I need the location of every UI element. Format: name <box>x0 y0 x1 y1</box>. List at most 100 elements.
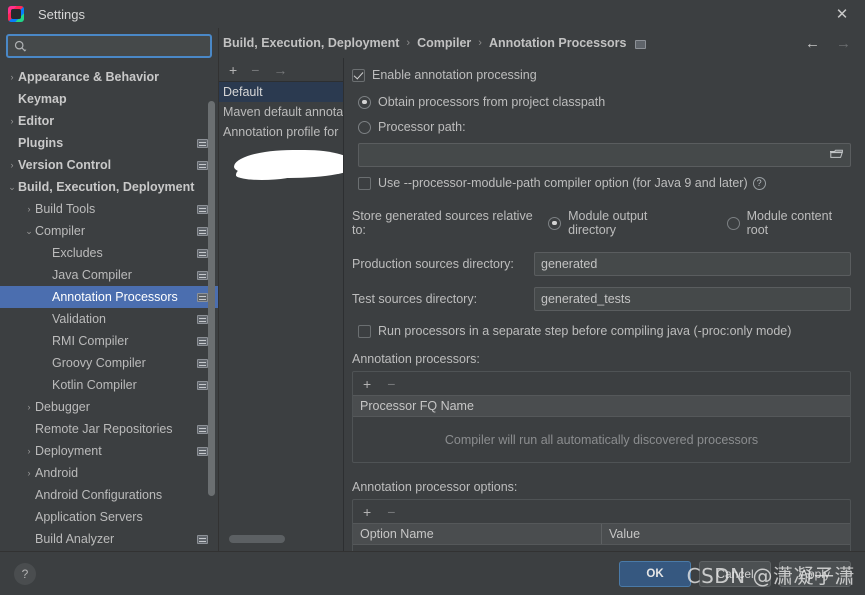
breadcrumb-item-0[interactable]: Build, Execution, Deployment <box>223 36 399 50</box>
sidebar-scrollbar-thumb[interactable] <box>208 101 215 496</box>
settings-tree[interactable]: › Appearance & Behavior Keymap › Editor Plugi… <box>0 63 218 551</box>
sidebar-item-java-compiler[interactable]: Java Compiler <box>0 264 218 286</box>
sidebar-item-rmi-compiler[interactable]: RMI Compiler <box>0 330 218 352</box>
processors-table-header: Processor FQ Name <box>353 395 850 417</box>
chevron-right-icon[interactable]: › <box>23 402 35 412</box>
sidebar-item-remote-jar-repositories[interactable]: Remote Jar Repositories <box>0 418 218 440</box>
chevron-right-icon[interactable]: › <box>6 116 18 126</box>
apply-button[interactable]: Apply <box>779 560 851 587</box>
sidebar-item-validation[interactable]: Validation <box>0 308 218 330</box>
sidebar-item-version-control[interactable]: › Version Control <box>0 154 218 176</box>
production-sources-input[interactable]: generated <box>534 252 851 276</box>
modified-settings-icon <box>197 138 208 148</box>
test-sources-input[interactable]: generated_tests <box>534 287 851 311</box>
sidebar-item-excludes[interactable]: Excludes <box>0 242 218 264</box>
sidebar-item-groovy-compiler[interactable]: Groovy Compiler <box>0 352 218 374</box>
sidebar-item-label: Annotation Processors <box>52 290 178 304</box>
sidebar-item-label: Validation <box>52 312 106 326</box>
processor-module-path-row[interactable]: Use --processor-module-path compiler opt… <box>352 176 851 190</box>
search-icon <box>14 40 27 53</box>
profile-list-item[interactable]: Annotation profile for <box>219 122 343 142</box>
test-sources-value: generated_tests <box>541 292 631 306</box>
remove-profile-button[interactable]: − <box>251 63 259 77</box>
separate-step-checkbox[interactable] <box>358 324 371 338</box>
cancel-button[interactable]: Cancel <box>699 560 771 587</box>
add-profile-button[interactable]: + <box>229 63 237 77</box>
chevron-right-icon[interactable]: › <box>23 204 35 214</box>
sidebar-item-label: Build Tools <box>35 202 96 216</box>
profile-list-horizontal-scrollbar[interactable] <box>229 535 285 543</box>
profile-list-item[interactable]: Maven default annota <box>219 102 343 122</box>
sidebar-item-label: Keymap <box>18 92 67 106</box>
sidebar-item-deployment[interactable]: › Deployment <box>0 440 218 462</box>
processor-path-label: Processor path: <box>378 120 466 134</box>
sidebar-item-build-execution-deployment[interactable]: ⌄ Build, Execution, Deployment <box>0 176 218 198</box>
annotation-processor-options-table: + − Option Name Value No processor-speci… <box>352 499 851 551</box>
test-sources-row: Test sources directory: generated_tests <box>352 287 851 311</box>
breadcrumb: Build, Execution, Deployment › Compiler … <box>219 28 865 58</box>
folder-icon[interactable] <box>830 149 843 160</box>
search-input[interactable] <box>31 39 204 53</box>
column-header-value[interactable]: Value <box>601 524 850 544</box>
sidebar-item-android-configurations[interactable]: Android Configurations <box>0 484 218 506</box>
annotation-processors-table: + − Processor FQ Name Compiler will run … <box>352 371 851 463</box>
sidebar-item-keymap[interactable]: Keymap <box>0 88 218 110</box>
breadcrumb-separator: › <box>406 37 411 49</box>
back-arrow-icon[interactable]: ← <box>805 36 820 51</box>
modified-settings-icon <box>635 39 647 49</box>
sidebar-item-label: Deployment <box>35 444 102 458</box>
sidebar-item-build-tools[interactable]: › Build Tools <box>0 198 218 220</box>
sidebar-item-plugins[interactable]: Plugins <box>0 132 218 154</box>
obtain-from-classpath-radio[interactable] <box>358 95 371 109</box>
sidebar-item-appearance-behavior[interactable]: › Appearance & Behavior <box>0 66 218 88</box>
obtain-from-classpath-row[interactable]: Obtain processors from project classpath <box>352 95 851 109</box>
search-box[interactable] <box>6 34 212 58</box>
profile-list[interactable]: Default Maven default annota Annotation pr… <box>219 82 343 551</box>
forward-arrow-icon[interactable]: → <box>836 36 851 51</box>
chevron-right-icon[interactable]: › <box>6 160 18 170</box>
help-icon[interactable]: ? <box>752 176 766 190</box>
add-option-button[interactable]: + <box>363 505 371 519</box>
sidebar-item-debugger[interactable]: › Debugger <box>0 396 218 418</box>
enable-annotation-processing-row[interactable]: Enable annotation processing <box>352 68 851 82</box>
breadcrumb-item-1[interactable]: Compiler <box>417 36 471 50</box>
column-header-processor-fq-name[interactable]: Processor FQ Name <box>353 396 850 416</box>
sidebar-item-build-analyzer[interactable]: Build Analyzer <box>0 528 218 550</box>
ok-button[interactable]: OK <box>619 560 691 587</box>
column-header-option-name[interactable]: Option Name <box>353 524 601 544</box>
processor-path-row[interactable]: Processor path: <box>352 120 851 134</box>
sidebar-item-annotation-processors[interactable]: Annotation Processors <box>0 286 218 308</box>
footer-buttons: OK Cancel Apply <box>619 560 851 587</box>
sidebar-item-compiler[interactable]: ⌄ Compiler <box>0 220 218 242</box>
sidebar-item-editor[interactable]: › Editor <box>0 110 218 132</box>
chevron-down-icon[interactable]: ⌄ <box>23 226 35 236</box>
chevron-right-icon[interactable]: › <box>23 446 35 456</box>
chevron-down-icon[interactable]: ⌄ <box>6 182 18 192</box>
remove-processor-button[interactable]: − <box>387 377 395 391</box>
sidebar-item-kotlin-compiler[interactable]: Kotlin Compiler <box>0 374 218 396</box>
help-button[interactable]: ? <box>14 562 36 585</box>
dialog-body: › Appearance & Behavior Keymap › Editor Plugi… <box>0 28 865 551</box>
sidebar-item-android[interactable]: › Android <box>0 462 218 484</box>
profile-list-item[interactable]: Default <box>219 82 343 102</box>
processor-path-input[interactable] <box>358 143 851 167</box>
processor-module-path-label: Use --processor-module-path compiler opt… <box>378 176 748 190</box>
modified-settings-icon <box>197 446 208 456</box>
close-icon[interactable]: ✕ <box>819 0 865 28</box>
add-processor-button[interactable]: + <box>363 377 371 391</box>
module-content-root-radio[interactable] <box>726 216 740 230</box>
modified-settings-icon <box>197 314 208 324</box>
separate-step-row[interactable]: Run processors in a separate step before… <box>352 324 851 338</box>
remove-option-button[interactable]: − <box>387 505 395 519</box>
chevron-right-icon[interactable]: › <box>23 468 35 478</box>
processor-path-radio[interactable] <box>358 120 371 134</box>
module-output-directory-radio[interactable] <box>548 216 562 230</box>
chevron-right-icon[interactable]: › <box>6 72 18 82</box>
processor-module-path-checkbox[interactable] <box>358 176 371 190</box>
sidebar-item-application-servers[interactable]: Application Servers <box>0 506 218 528</box>
move-to-profile-button[interactable]: → <box>273 63 287 77</box>
sidebar-item-label: Excludes <box>52 246 103 260</box>
production-sources-row: Production sources directory: generated <box>352 252 851 276</box>
enable-annotation-processing-checkbox[interactable] <box>352 68 365 82</box>
processors-table-toolbar: + − <box>353 372 850 395</box>
